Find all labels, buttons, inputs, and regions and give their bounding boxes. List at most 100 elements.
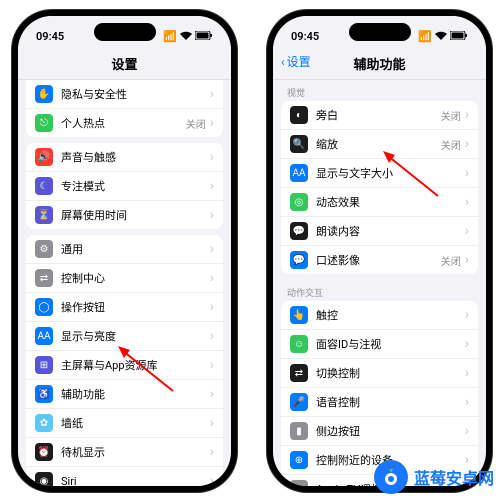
nav-title: 辅助功能	[353, 58, 405, 73]
cell-label: Siri	[61, 475, 210, 487]
chevron-right-icon: ›	[210, 329, 214, 343]
moon-icon: ☾	[35, 177, 53, 195]
remote-icon: ▭	[290, 480, 308, 486]
chevron-right-icon: ›	[465, 253, 469, 267]
chevron-right-icon: ›	[210, 300, 214, 314]
cell-label: 待机显示	[61, 444, 210, 460]
cell-label: 控制中心	[61, 270, 210, 286]
wallpaper-icon: ✿	[35, 414, 53, 432]
cell-siri[interactable]: ◉ Siri ›	[26, 467, 223, 486]
cell-label: 切换控制	[316, 365, 465, 381]
chevron-right-icon: ›	[465, 424, 469, 438]
chevron-left-icon: ‹	[281, 55, 285, 69]
faceid-icon: ☺	[290, 335, 308, 353]
cell-label: 语音控制	[316, 394, 465, 410]
cell-label: 旁白	[316, 107, 441, 123]
chevron-right-icon: ›	[210, 179, 214, 193]
settings-content[interactable]: ✋ 隐私与安全性 › ⎋ 个人热点 关闭 › 🔊 声音与触感	[18, 80, 231, 486]
motion-icon: ◎	[290, 193, 308, 211]
chevron-right-icon: ›	[465, 195, 469, 209]
zoom-icon: 🔍	[290, 135, 308, 153]
cell-zoom[interactable]: 🔍 缩放 关闭 ›	[281, 130, 478, 159]
chevron-right-icon: ›	[465, 337, 469, 351]
chevron-right-icon: ›	[465, 137, 469, 151]
action-icon: ◯	[35, 298, 53, 316]
watermark-logo-icon	[374, 460, 408, 494]
nav-bar: ‹ 设置 辅助功能	[273, 50, 486, 80]
chevron-right-icon: ›	[465, 308, 469, 322]
text-size-icon: AA	[290, 164, 308, 182]
cell-side-button[interactable]: ▮ 侧边按钮 ›	[281, 417, 478, 446]
chevron-right-icon: ›	[210, 358, 214, 372]
switch-icon: ⇄	[290, 364, 308, 382]
wifi-icon	[435, 30, 447, 43]
cell-switch-control[interactable]: ⇄ 切换控制 ›	[281, 359, 478, 388]
cell-label: 触控	[316, 307, 465, 323]
cell-faceid-attention[interactable]: ☺ 面容ID与注视 ›	[281, 330, 478, 359]
cell-label: 隐私与安全性	[61, 86, 210, 102]
cell-display-text[interactable]: AA 显示与文字大小 ›	[281, 159, 478, 188]
cell-sounds[interactable]: 🔊 声音与触感 ›	[26, 143, 223, 172]
battery-icon	[450, 30, 468, 43]
text-size-icon: AA	[35, 327, 53, 345]
cell-accessibility[interactable]: ♿ 辅助功能 ›	[26, 380, 223, 409]
cell-controlcenter[interactable]: ⇄ 控制中心 ›	[26, 264, 223, 293]
cell-label: 侧边按钮	[316, 423, 465, 439]
nav-back-button[interactable]: ‹ 设置	[281, 53, 311, 70]
cell-touch[interactable]: 👆 触控 ›	[281, 301, 478, 330]
chevron-right-icon: ›	[210, 116, 214, 130]
cell-focus[interactable]: ☾ 专注模式 ›	[26, 172, 223, 201]
cell-standby[interactable]: ⏰ 待机显示 ›	[26, 438, 223, 467]
chevron-right-icon: ›	[210, 87, 214, 101]
nav-bar: 设置	[18, 50, 231, 80]
cell-label: 声音与触感	[61, 149, 210, 165]
nearby-icon: ⊕	[290, 451, 308, 469]
siri-icon: ◉	[35, 472, 53, 486]
dynamic-island	[349, 23, 411, 41]
cell-label: 墙纸	[61, 415, 210, 431]
chevron-right-icon: ›	[210, 208, 214, 222]
cell-label: 屏幕使用时间	[61, 207, 210, 223]
cell-label: 朗读内容	[316, 223, 465, 239]
cell-label: 面容ID与注视	[316, 336, 465, 352]
audio-desc-icon: 💬	[290, 251, 308, 269]
chevron-right-icon: ›	[210, 416, 214, 430]
cell-general[interactable]: ⚙ 通用 ›	[26, 235, 223, 264]
chevron-right-icon: ›	[210, 271, 214, 285]
hand-icon: ✋	[35, 85, 53, 103]
cell-wallpaper[interactable]: ✿ 墙纸 ›	[26, 409, 223, 438]
cell-label: 操作按钮	[61, 299, 210, 315]
chevron-right-icon: ›	[465, 166, 469, 180]
gear-icon: ⚙	[35, 240, 53, 258]
section-header-motor: 动作交互	[273, 280, 486, 301]
standby-icon: ⏰	[35, 443, 53, 461]
cell-display[interactable]: AA 显示与亮度 ›	[26, 322, 223, 351]
cell-audio-desc[interactable]: 💬 口述影像 关闭 ›	[281, 246, 478, 274]
cell-hotspot[interactable]: ⎋ 个人热点 关闭 ›	[26, 109, 223, 137]
accessibility-content[interactable]: 视觉 ◐ 旁白 关闭 › 🔍 缩放 关闭 › AA	[273, 80, 486, 486]
right-iphone-frame: 09:45 📶 ‹ 设置 辅助功能 视觉 ◐	[267, 10, 492, 492]
cell-value: 关闭	[441, 253, 461, 268]
wifi-icon	[180, 30, 192, 43]
hotspot-icon: ⎋	[35, 114, 53, 132]
cell-label: 显示与文字大小	[316, 165, 465, 181]
cell-voiceover[interactable]: ◐ 旁白 关闭 ›	[281, 101, 478, 130]
chevron-right-icon: ›	[210, 445, 214, 459]
grid-icon: ⊞	[35, 356, 53, 374]
hourglass-icon: ⏳	[35, 206, 53, 224]
cell-voice-control[interactable]: 🎤 语音控制 ›	[281, 388, 478, 417]
chevron-right-icon: ›	[210, 387, 214, 401]
voice-icon: 🎤	[290, 393, 308, 411]
cell-privacy[interactable]: ✋ 隐私与安全性 ›	[26, 80, 223, 109]
cell-screentime[interactable]: ⏳ 屏幕使用时间 ›	[26, 201, 223, 229]
cell-label: 口述影像	[316, 252, 441, 268]
battery-icon	[195, 30, 213, 43]
chevron-right-icon: ›	[210, 242, 214, 256]
speech-icon: 💬	[290, 222, 308, 240]
chevron-right-icon: ›	[465, 108, 469, 122]
cell-homescreen[interactable]: ⊞ 主屏幕与App资源库 ›	[26, 351, 223, 380]
cell-spoken[interactable]: 💬 朗读内容 ›	[281, 217, 478, 246]
cell-actionbutton[interactable]: ◯ 操作按钮 ›	[26, 293, 223, 322]
cell-motion[interactable]: ◎ 动态效果 ›	[281, 188, 478, 217]
chevron-right-icon: ›	[465, 224, 469, 238]
